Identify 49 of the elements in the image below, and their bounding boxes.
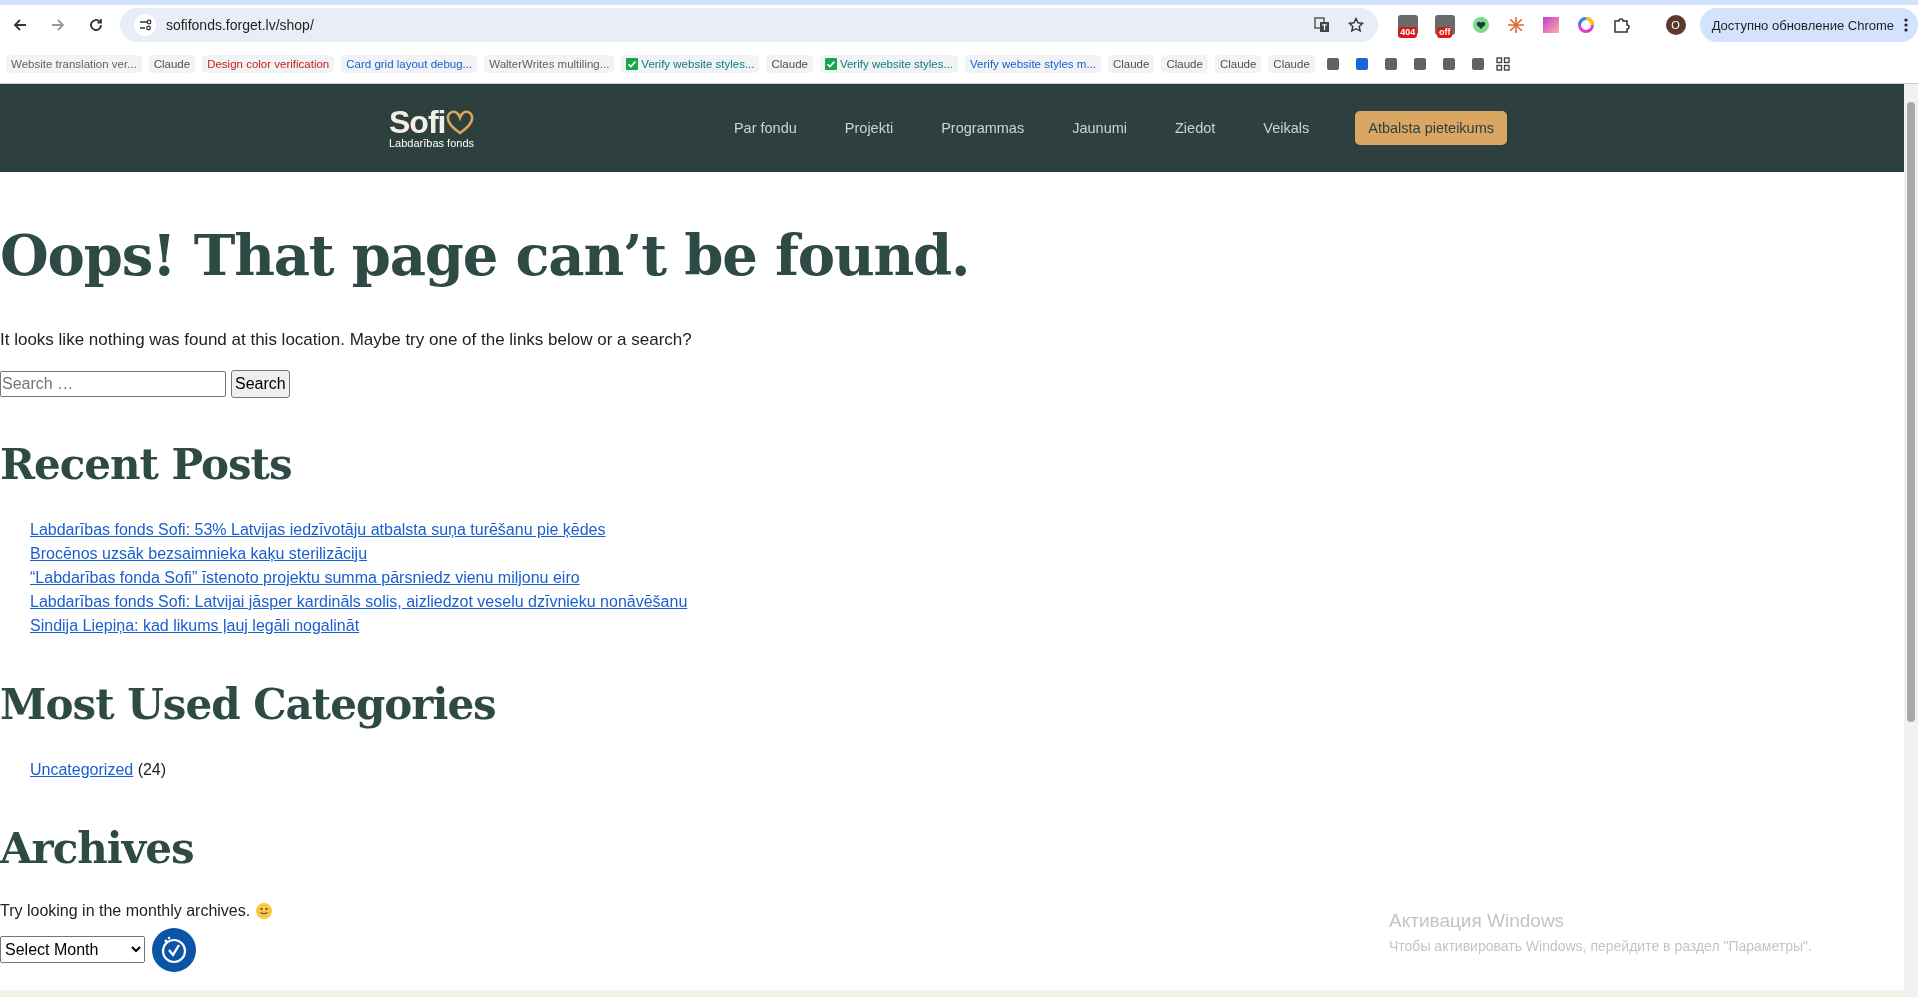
month-select[interactable]: Select Month — [0, 936, 145, 963]
bookmark[interactable]: Claude — [1161, 55, 1208, 73]
nav-link[interactable]: Veikals — [1263, 120, 1310, 136]
post-link[interactable]: Labdarības fonds Sofi: Latvijai jāsper kardināls solis, aizliedzot veselu dzīvnieku nonāvēšanu — [30, 593, 688, 610]
nav-link[interactable]: Ziedot — [1175, 120, 1216, 136]
post-link[interactable]: “Labdarības fonda Sofi” īstenoto projektu summa pārsniedz vienu miljonu eiro — [30, 569, 580, 586]
post-count: (24) — [137, 761, 167, 778]
update-button[interactable]: Доступно обновление Chrome — [1699, 8, 1918, 42]
bookmark[interactable]: Verify website styles... — [621, 55, 760, 73]
activation-text: Чтобы активировать Windows, перейдите в раздел "Параметры". — [1389, 938, 1812, 954]
logo-tagline: Labdarības fonds — [389, 137, 475, 149]
logo-text: Sofi — [389, 107, 446, 137]
bookmark[interactable]: Claude — [1214, 55, 1262, 73]
post-link[interactable]: Sindija Liepiņa: kad likums ļauj legāli nogalināt — [30, 617, 360, 634]
intro-text: It looks like nothing was found at this location. Maybe try one of the links below or a search? — [0, 330, 693, 350]
nav-link[interactable]: Programmas — [941, 120, 1025, 136]
section-heading: Most Used Categories — [0, 679, 497, 731]
post-link[interactable]: Labdarības fonds Sofi: 53% Latvijas iedzīvotāju atbalsta suņa turēšanu pie ķēdes — [30, 521, 606, 538]
archives-text: Try looking in the monthly archives. — [0, 902, 251, 920]
section-heading: Archives — [0, 823, 195, 875]
address-bar[interactable]: sofifonds.forget.lv/shop/ — [119, 8, 1378, 42]
profile-avatar[interactable]: O — [1665, 15, 1686, 35]
nav-link[interactable]: Jaunumi — [1072, 120, 1127, 136]
bookmark[interactable]: Claude — [1268, 55, 1315, 73]
badge-label: off — [1436, 27, 1453, 38]
extension-icon[interactable]: off — [1434, 15, 1455, 35]
bookmark[interactable]: Card grid layout debug... — [341, 55, 478, 73]
logo[interactable]: Sofi Labdarības fonds — [389, 107, 476, 149]
bookmark[interactable]: Design color verification — [202, 55, 335, 73]
badge-label: 404 — [1398, 27, 1418, 38]
url-text: sofifonds.forget.lv/shop/ — [165, 17, 314, 33]
page-title: Oops! That page can’t be found. — [0, 221, 971, 290]
support-button[interactable]: Atbalsta pieteikums — [1355, 111, 1507, 145]
bookmark[interactable]: Claude — [766, 55, 813, 73]
activation-title: Активация Windows — [1389, 910, 1566, 932]
extension-icon[interactable]: 404 — [1397, 15, 1418, 35]
bookmark[interactable]: Verify website styles... — [819, 55, 959, 73]
bookmark[interactable]: Verify website styles m... — [965, 55, 1101, 73]
search-button[interactable]: Search — [231, 370, 290, 398]
post-link[interactable]: Brocēnos uzsāk bezsaimnieka kaķu sterilizāciju — [30, 545, 368, 562]
search-field[interactable]: Search … — [0, 371, 226, 397]
nav-link[interactable]: Par fondu — [733, 120, 797, 136]
section-heading: Recent Posts — [0, 439, 293, 491]
bookmark[interactable]: Claude — [148, 55, 196, 73]
bookmark[interactable]: WalterWrites multiling... — [484, 55, 615, 73]
bookmark[interactable]: Website translation ver... — [6, 55, 142, 73]
category-link[interactable]: Uncategorized — [30, 761, 134, 778]
bookmark[interactable]: Claude — [1107, 55, 1155, 73]
nav-link[interactable]: Projekti — [844, 120, 894, 136]
